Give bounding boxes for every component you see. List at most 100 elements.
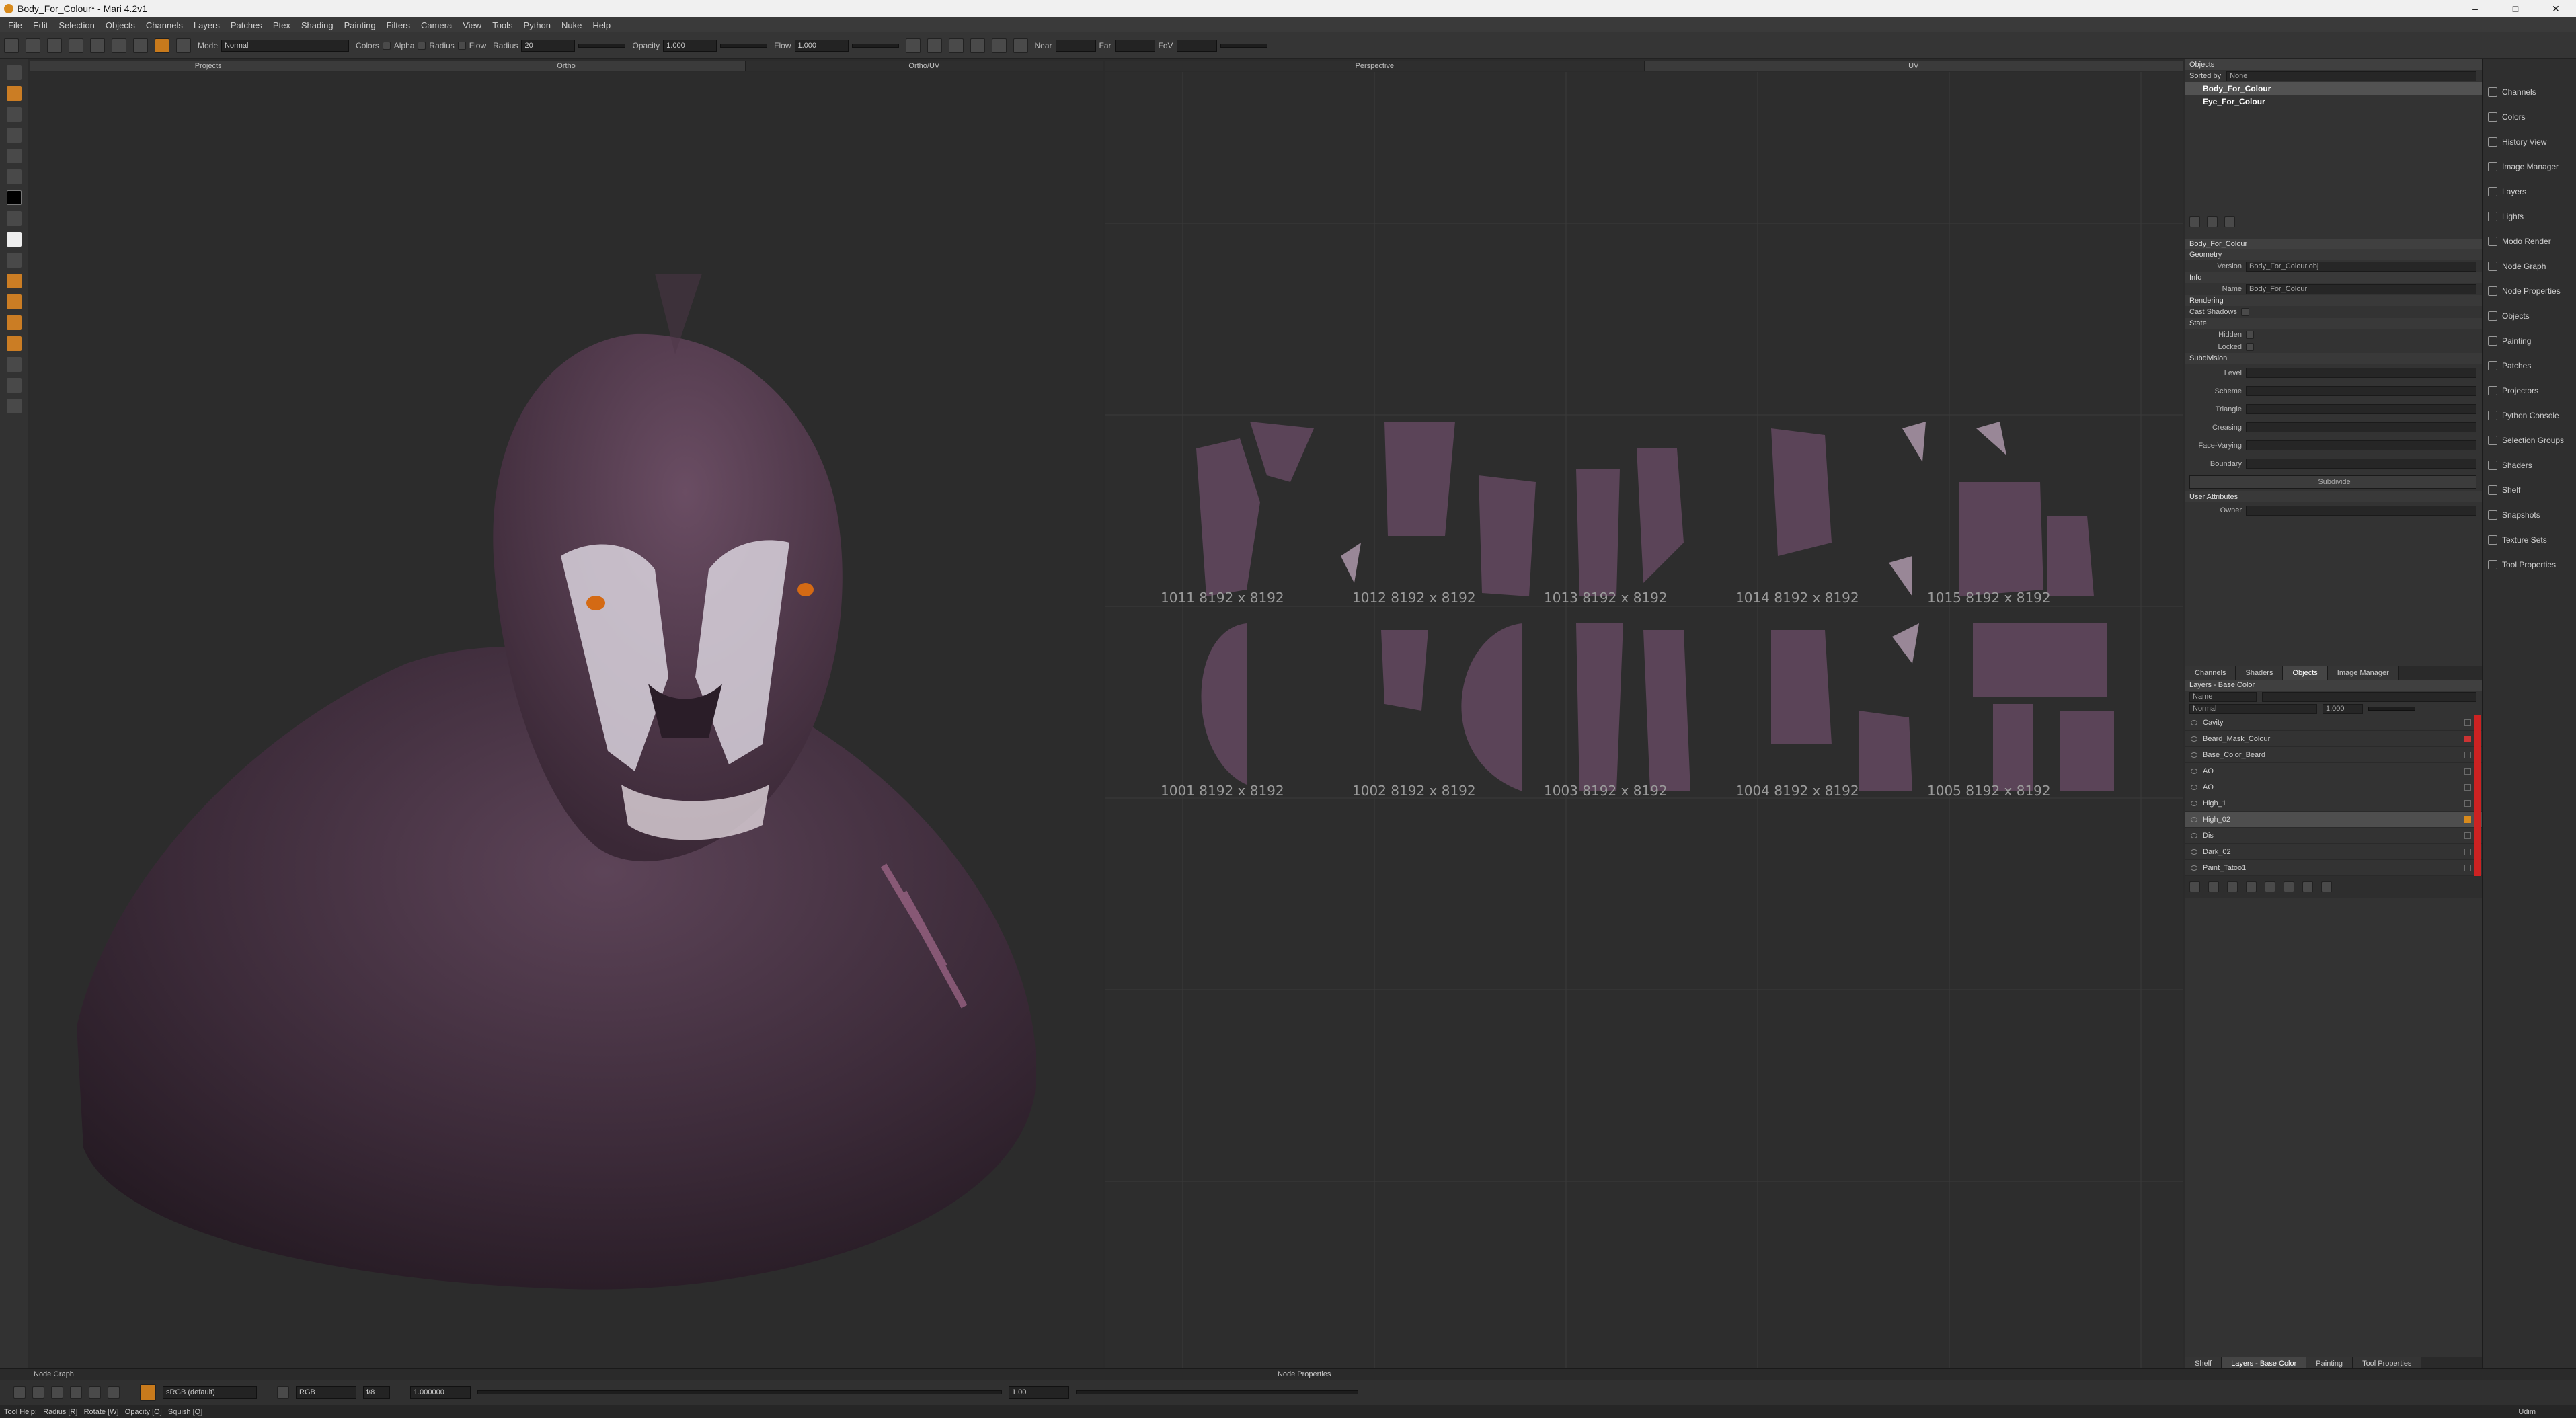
menu-channels[interactable]: Channels [141,20,188,30]
lock-icon[interactable] [2464,799,2471,807]
fov-input[interactable] [1176,39,1217,52]
menu-patches[interactable]: Patches [225,20,268,30]
layer-row-selected[interactable]: High_02 [2185,812,2482,828]
dock-history-view[interactable]: History View [2483,129,2576,154]
dock-lights[interactable]: Lights [2483,204,2576,229]
level-field[interactable] [2246,368,2476,378]
paint-through-tool-icon[interactable] [7,86,22,101]
dock-node-graph[interactable]: Node Graph [2483,253,2576,278]
dock-selection-groups[interactable]: Selection Groups [2483,428,2576,452]
rendering-section[interactable]: Rendering [2185,295,2482,306]
menu-shading[interactable]: Shading [296,20,339,30]
tab-uv[interactable]: UV [1645,61,2183,71]
menu-python[interactable]: Python [518,20,556,30]
open-icon[interactable] [26,38,40,53]
mode-dropdown[interactable]: Normal [221,39,350,52]
flow-slider[interactable] [851,43,899,48]
tab-ortho-uv[interactable]: Ortho/UV [745,61,1103,71]
dock-colors[interactable]: Colors [2483,104,2576,129]
object-item-body[interactable]: Body_For_Colour [2185,82,2482,95]
menu-filters[interactable]: Filters [381,20,416,30]
close-button[interactable]: ✕ [2536,0,2576,17]
radius-input[interactable]: 20 [521,39,576,52]
menu-painting[interactable]: Painting [339,20,381,30]
add-object-icon[interactable] [2189,216,2200,227]
colorspace-dropdown[interactable]: sRGB (default) [163,1386,257,1399]
gain-field[interactable]: 1.000000 [410,1386,471,1399]
dock-python-console[interactable]: Python Console [2483,403,2576,428]
dock-image-manager[interactable]: Image Manager [2483,154,2576,179]
select-tool-icon[interactable] [7,65,22,80]
reset-colors-icon[interactable] [7,253,22,268]
archive-icon[interactable] [69,38,83,53]
dock-channels[interactable]: Channels [2483,79,2576,104]
layer-row[interactable]: Dark_02 [2185,844,2482,860]
save-icon[interactable] [47,38,62,53]
flow-checkbox[interactable] [457,41,466,50]
layer-row[interactable]: Paint_Tatoo1 [2185,860,2482,876]
flow-input[interactable]: 1.000 [794,39,849,52]
tab-image-manager[interactable]: Image Manager [2327,666,2399,680]
lasso-tool-icon[interactable] [7,107,22,122]
menu-edit[interactable]: Edit [28,20,53,30]
grid-tool-icon[interactable] [7,128,22,143]
owner-field[interactable] [2246,505,2476,516]
visibility-eye-icon[interactable] [2191,832,2197,838]
opacity-input[interactable]: 1.000 [663,39,717,52]
dock-objects[interactable]: Objects [2483,303,2576,328]
merge-layers-icon[interactable] [2321,881,2332,892]
add-group-icon[interactable] [2246,881,2257,892]
lock-icon[interactable] [2464,751,2471,758]
color-manager-icon[interactable] [140,1384,156,1401]
tab-shaders[interactable]: Shaders [2236,666,2284,680]
foreground-color-swatch[interactable] [7,190,22,205]
tab-perspective[interactable]: Perspective [1105,61,1645,71]
marquee-tool-icon[interactable] [7,149,22,163]
visibility-eye-icon[interactable] [2191,719,2197,725]
transform-tool-icon[interactable] [7,336,22,351]
visibility-eye-icon[interactable] [2191,865,2197,871]
sorted-by-dropdown[interactable]: None [2226,71,2476,81]
dock-snapshots[interactable]: Snapshots [2483,502,2576,527]
geometry-section[interactable]: Geometry [2185,249,2482,260]
rotate-icon[interactable] [70,1386,82,1399]
light-icon[interactable] [1013,38,1028,53]
layer-row[interactable]: High_1 [2185,795,2482,812]
brush-tool-icon[interactable] [7,169,22,184]
mask-icon[interactable] [2464,735,2471,742]
layer-scrollbar[interactable] [2474,715,2481,876]
opacity-slider[interactable] [720,43,768,48]
undo-view-icon[interactable] [13,1386,26,1399]
tab-objects[interactable]: Objects [2283,666,2328,680]
menu-tools[interactable]: Tools [487,20,518,30]
menu-ptex[interactable]: Ptex [268,20,296,30]
cube-icon[interactable] [970,38,985,53]
locked-checkbox[interactable] [2246,343,2254,351]
layer-tool-icon[interactable] [7,294,22,309]
dock-tool-properties[interactable]: Tool Properties [2483,552,2576,577]
dock-projectors[interactable]: Projectors [2483,378,2576,403]
move-icon[interactable] [89,1386,101,1399]
layer-search-input[interactable] [2262,691,2476,702]
dock-modo-render[interactable]: Modo Render [2483,229,2576,253]
remove-object-icon[interactable] [2207,216,2218,227]
sphere-tool-icon[interactable] [7,315,22,330]
add-layer-icon[interactable] [2189,881,2200,892]
state-section[interactable]: State [2185,318,2482,329]
minimize-button[interactable]: – [2455,0,2495,17]
visibility-eye-icon[interactable] [2191,849,2197,855]
tab-channels[interactable]: Channels [2185,666,2236,680]
dock-node-properties[interactable]: Node Properties [2483,278,2576,303]
subdivide-button[interactable]: Subdivide [2189,475,2476,489]
creasing-field[interactable] [2246,422,2476,432]
add-adjustment-icon[interactable] [2208,881,2219,892]
fstop-field[interactable]: f/8 [363,1386,390,1399]
tab-projects[interactable]: Projects [30,61,388,71]
object-item-eye[interactable]: Eye_For_Colour [2185,95,2482,108]
near-input[interactable] [1055,39,1096,52]
snapshot-icon[interactable] [133,38,148,53]
blend-mode-dropdown[interactable]: Normal [2189,703,2317,714]
circle-icon[interactable] [108,1386,120,1399]
menu-objects[interactable]: Objects [100,20,141,30]
layer-row[interactable]: AO [2185,779,2482,795]
